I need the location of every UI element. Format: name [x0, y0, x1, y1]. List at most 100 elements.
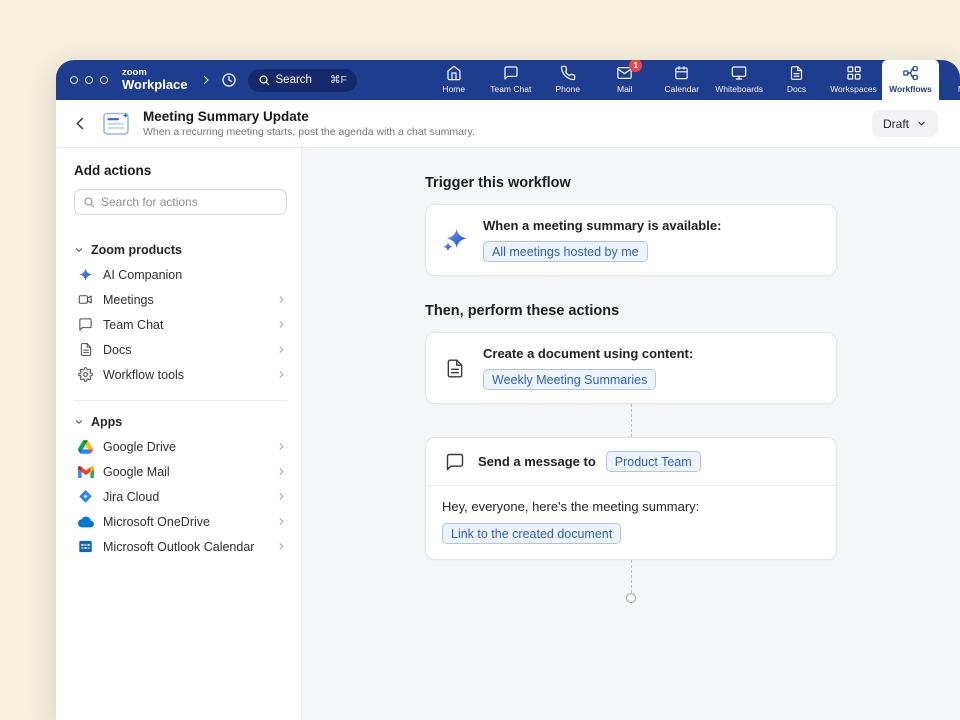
chevron-right-icon[interactable]: [200, 74, 212, 86]
nav-tab-label: Home: [442, 84, 465, 94]
sidebar-item-microsoft-outlook-calendar[interactable]: Microsoft Outlook Calendar: [74, 534, 287, 559]
sidebar-item-label: Meetings: [103, 293, 154, 307]
status-badge: Draft: [883, 117, 909, 131]
history-icon[interactable]: [221, 72, 237, 88]
document-link-chip[interactable]: Link to the created document: [442, 523, 621, 544]
home-icon: [446, 64, 462, 81]
nav-tab-workflows[interactable]: Workflows: [882, 60, 939, 100]
section-apps[interactable]: Apps: [74, 410, 287, 434]
nav-tab-whiteboards[interactable]: Whiteboards: [710, 60, 768, 100]
nav-tab-docs[interactable]: Docs: [768, 60, 825, 100]
send-message-label: Send a message to: [478, 454, 596, 469]
jira-cloud-icon: [77, 488, 94, 505]
nav-tab-label: Workspaces: [830, 84, 877, 94]
ai-sparkle-icon: [442, 227, 468, 253]
actions-search[interactable]: [74, 189, 287, 215]
sidebar-item-ai-companion[interactable]: AI Companion: [74, 262, 287, 287]
status-dropdown[interactable]: Draft: [872, 110, 938, 137]
docs-icon: [77, 341, 94, 358]
trigger-label: When a meeting summary is available:: [483, 218, 721, 233]
sidebar-item-label: Microsoft OneDrive: [103, 515, 210, 529]
docs-icon: [789, 64, 804, 81]
message-body-text: Hey, everyone, here's the meeting summar…: [442, 499, 820, 514]
sidebar-item-label: Microsoft Outlook Calendar: [103, 540, 254, 554]
window-controls[interactable]: [70, 76, 108, 84]
top-navbar: zoom Workplace Search ⌘F: [56, 60, 960, 100]
back-button[interactable]: [72, 115, 89, 132]
chat-bubble-icon: [442, 452, 468, 472]
chevron-right-icon: [276, 369, 287, 380]
team-chat-icon: [77, 316, 94, 333]
window-control-icon[interactable]: [85, 76, 93, 84]
app-body: Add actions Zoom products AI Companion: [56, 148, 960, 720]
sidebar-item-google-mail[interactable]: Google Mail: [74, 459, 287, 484]
trigger-card[interactable]: When a meeting summary is available: All…: [425, 204, 837, 276]
nav-tab-label: Mail: [617, 84, 633, 94]
search-shortcut: ⌘F: [330, 74, 347, 86]
create-document-card[interactable]: Create a document using content: Weekly …: [425, 332, 837, 404]
search-input[interactable]: [101, 195, 278, 209]
sidebar-item-docs[interactable]: Docs: [74, 337, 287, 362]
window-control-icon[interactable]: [70, 76, 78, 84]
meeting-summary-icon: [101, 111, 131, 137]
sidebar-item-microsoft-onedrive[interactable]: Microsoft OneDrive: [74, 509, 287, 534]
nav-tab-home[interactable]: Home: [425, 60, 482, 100]
workspaces-icon: [846, 64, 862, 81]
nav-tab-more[interactable]: More: [939, 60, 960, 100]
google-drive-icon: [77, 438, 94, 455]
global-search[interactable]: Search ⌘F: [248, 69, 357, 92]
navbar-left: zoom Workplace Search ⌘F: [56, 60, 357, 100]
window-control-icon[interactable]: [100, 76, 108, 84]
sidebar-item-label: Jira Cloud: [103, 490, 159, 504]
sidebar-item-workflow-tools[interactable]: Workflow tools: [74, 362, 287, 387]
app-window: zoom Workplace Search ⌘F: [56, 60, 960, 720]
chevron-right-icon: [276, 466, 287, 477]
workflow-connector: [631, 404, 632, 437]
sidebar-divider: [74, 400, 287, 401]
phone-icon: [560, 64, 576, 81]
chevron-right-icon: [276, 319, 287, 330]
nav-tab-mail[interactable]: 1 Mail: [596, 60, 653, 100]
sidebar-title: Add actions: [74, 163, 287, 178]
trigger-heading: Trigger this workflow: [425, 175, 837, 191]
document-icon: [442, 358, 468, 379]
sidebar-item-team-chat[interactable]: Team Chat: [74, 312, 287, 337]
chevron-right-icon: [276, 344, 287, 355]
nav-tab-label: Phone: [555, 84, 580, 94]
nav-tab-label: Workflows: [889, 84, 932, 94]
document-content-chip[interactable]: Weekly Meeting Summaries: [483, 369, 656, 390]
sidebar-item-google-drive[interactable]: Google Drive: [74, 434, 287, 459]
logo-workplace-text: Workplace: [122, 78, 188, 92]
sidebar-item-jira-cloud[interactable]: Jira Cloud: [74, 484, 287, 509]
nav-tab-phone[interactable]: Phone: [539, 60, 596, 100]
chevron-right-icon: [276, 516, 287, 527]
chevron-right-icon: [276, 541, 287, 552]
workflow-canvas: Trigger this workflow When a meeting sum…: [302, 148, 960, 720]
trigger-scope-chip[interactable]: All meetings hosted by me: [483, 241, 648, 262]
ai-companion-icon: [77, 266, 94, 283]
mail-icon: 1: [616, 64, 633, 81]
actions-sidebar: Add actions Zoom products AI Companion: [56, 148, 302, 720]
section-zoom-products[interactable]: Zoom products: [74, 238, 287, 262]
recipient-chip[interactable]: Product Team: [606, 451, 701, 472]
workflow-titles: Meeting Summary Update When a recurring …: [143, 109, 475, 138]
add-step-node[interactable]: [626, 593, 636, 603]
actions-heading: Then, perform these actions: [425, 303, 837, 319]
sidebar-item-meetings[interactable]: Meetings: [74, 287, 287, 312]
nav-tab-calendar[interactable]: Calendar: [653, 60, 710, 100]
chevron-right-icon: [276, 491, 287, 502]
chevron-right-icon: [276, 294, 287, 305]
chevron-right-icon: [276, 441, 287, 452]
chevron-down-icon: [916, 118, 927, 129]
workflow-header: Meeting Summary Update When a recurring …: [56, 100, 960, 148]
navbar-tabs: Home Team Chat Phone 1 Mail: [425, 60, 960, 100]
nav-tab-label: Whiteboards: [715, 84, 763, 94]
nav-tab-team-chat[interactable]: Team Chat: [482, 60, 539, 100]
nav-tab-label: Calendar: [665, 84, 700, 94]
sidebar-item-label: Workflow tools: [103, 368, 184, 382]
nav-tab-workspaces[interactable]: Workspaces: [825, 60, 882, 100]
search-icon: [83, 196, 95, 208]
onedrive-icon: [77, 513, 94, 530]
send-message-card[interactable]: Send a message to Product Team Hey, ever…: [425, 437, 837, 560]
create-document-label: Create a document using content:: [483, 346, 693, 361]
